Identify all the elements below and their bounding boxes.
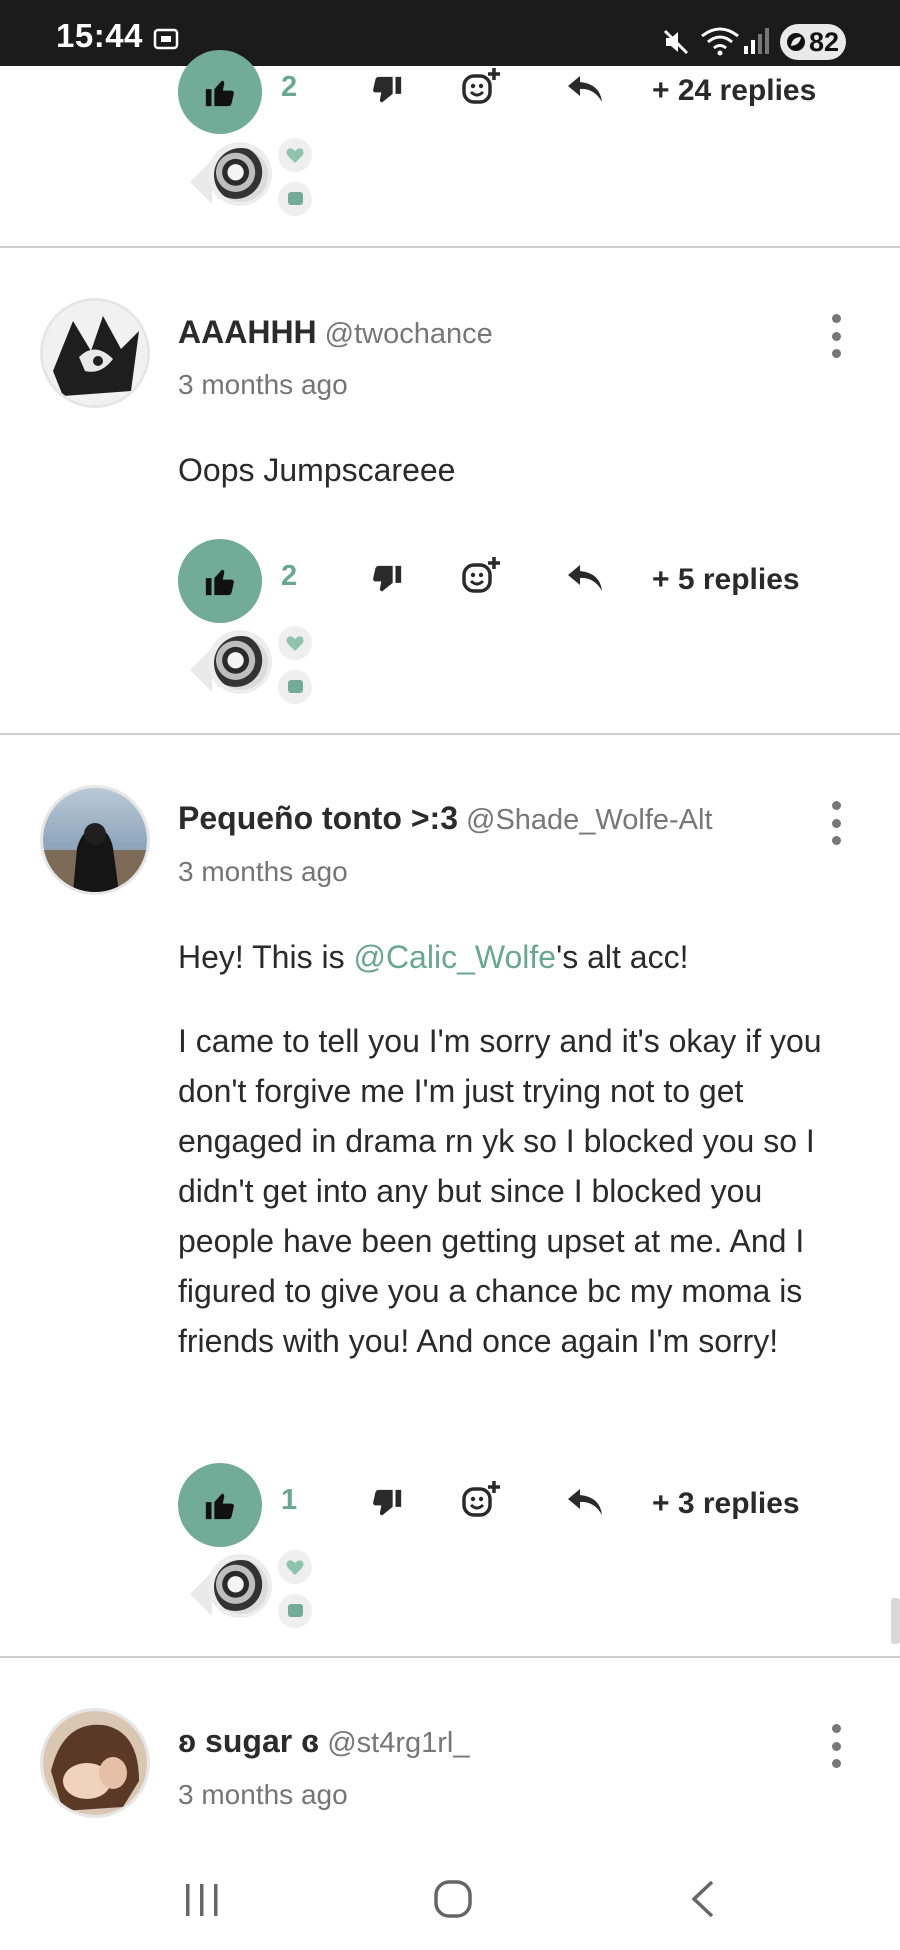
comment-timestamp: 3 months ago [178,369,348,400]
comment-text-para2: I came to tell you I'm sorry and it's ok… [178,1023,822,1359]
thumbs-down-icon[interactable] [370,1487,404,1521]
comment-timestamp: 3 months ago [178,856,348,887]
more-options-button[interactable] [826,801,846,845]
comment-divider [0,733,900,735]
comment-body: Hey! This is @Calic_Wolfe's alt acc! I c… [178,932,858,1366]
reactor-avatar [214,636,268,690]
reactor-avatar [214,148,268,202]
like-count: 2 [281,560,298,592]
user-mention-link[interactable]: @Calic_Wolfe [353,939,556,975]
system-navigation-bar [0,1850,900,1950]
heart-icon [278,626,312,660]
view-replies-link[interactable]: + 3 replies [652,1487,800,1521]
author-name: Pequeño tonto >:3 [178,800,458,836]
thumbs-up-icon [205,80,234,107]
comment-divider [0,246,900,248]
status-time: 15:44 [56,17,143,54]
avatar-image [43,788,147,892]
avatar[interactable] [40,298,150,408]
reply-icon[interactable] [566,1487,604,1517]
heart-icon [278,1550,312,1584]
author-name: AAAHHH [178,314,317,350]
like-count: 2 [281,71,298,103]
more-options-button[interactable] [826,314,846,358]
view-replies-link[interactable]: + 24 replies [652,74,816,108]
heart-icon [278,138,312,172]
thumbs-up-icon [205,569,234,596]
thumbs-up-icon [205,1493,234,1520]
comment-text: Oops Jumpscareee [178,452,456,488]
scrollbar-thumb[interactable] [891,1598,900,1644]
reply-icon[interactable] [566,74,604,104]
chat-bubble-icon [278,670,312,704]
add-reaction-icon[interactable] [460,1479,502,1521]
comment-actions: 2 + 24 replies [178,50,858,140]
reaction-preview[interactable] [190,1550,330,1644]
reaction-preview[interactable] [190,138,330,232]
comment-text-para1: Hey! This is @Calic_Wolfe's alt acc! [178,939,689,975]
reply-icon[interactable] [566,563,604,593]
avatar[interactable] [40,785,150,895]
comment-timestamp: 3 months ago [178,1779,348,1810]
add-reaction-icon[interactable] [460,66,502,108]
like-button[interactable] [178,1463,262,1547]
comment-author[interactable]: Pequeño tonto >:3 @Shade_Wolfe-Alt [178,800,713,837]
like-button[interactable] [178,50,262,134]
reactor-avatar [214,1560,268,1614]
author-name: ʚ sugar ɞ [178,1723,320,1759]
like-button[interactable] [178,539,262,623]
add-reaction-icon[interactable] [460,555,502,597]
comment-author[interactable]: ʚ sugar ɞ @st4rg1rl_ [178,1723,470,1760]
back-icon[interactable] [688,1878,718,1920]
author-handle: @Shade_Wolfe-Alt [466,804,713,836]
comment-author[interactable]: AAAHHH @twochance [178,314,493,351]
comment-actions: 2 + 5 replies [178,539,858,629]
chat-bubble-icon [278,1594,312,1628]
like-count: 1 [281,1484,298,1516]
thumbs-down-icon[interactable] [370,563,404,597]
recent-apps-icon[interactable] [182,1880,222,1920]
home-icon[interactable] [432,1878,474,1920]
more-options-button[interactable] [826,1724,846,1768]
avatar-image [43,301,147,405]
comment-body: Oops Jumpscareee [178,445,858,495]
author-handle: @st4rg1rl_ [327,1727,470,1759]
author-handle: @twochance [324,318,493,350]
reaction-preview[interactable] [190,626,330,720]
comment-actions: 1 + 3 replies [178,1463,858,1553]
avatar-image [43,1711,147,1815]
view-replies-link[interactable]: + 5 replies [652,563,800,597]
screen-cast-icon [153,28,179,50]
comment-divider [0,1656,900,1658]
chat-bubble-icon [278,182,312,216]
avatar[interactable] [40,1708,150,1818]
battery-saver-icon [787,33,805,51]
thumbs-down-icon[interactable] [370,74,404,108]
